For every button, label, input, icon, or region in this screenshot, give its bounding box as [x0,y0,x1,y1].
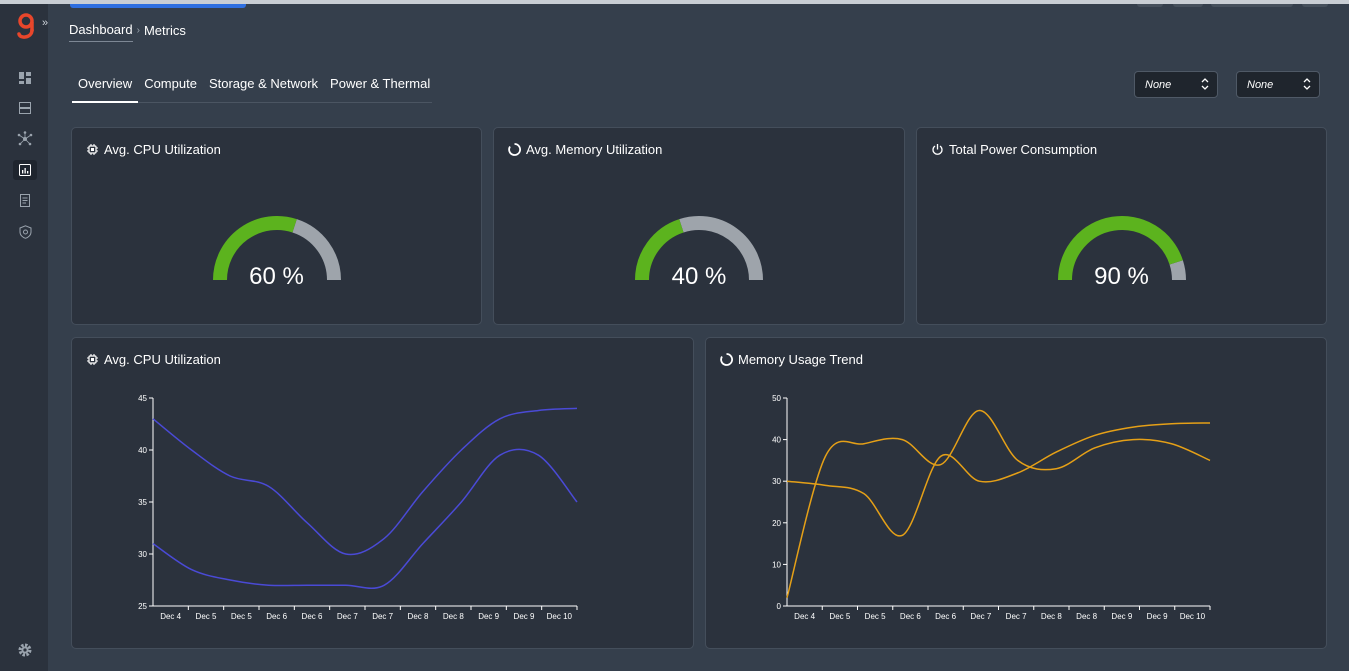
chevron-up-down-icon [1201,78,1209,90]
filter-select-value: None [1145,79,1172,91]
tab-compute[interactable]: Compute [138,75,203,102]
y-tick-label: 40 [138,446,147,455]
gear-icon[interactable] [17,642,33,658]
x-tick-label: Dec 7 [1006,612,1027,621]
filter-select-1[interactable]: None [1134,71,1218,98]
x-tick-label: Dec 7 [337,612,358,621]
x-tick-label: Dec 4 [160,612,181,621]
x-tick-label: Dec 5 [231,612,252,621]
x-tick-label: Dec 5 [196,612,217,621]
x-tick-label: Dec 8 [443,612,464,621]
y-tick-label: 10 [772,560,781,569]
x-tick-label: Dec 5 [865,612,886,621]
power-gauge-title: Total Power Consumption [949,142,1098,157]
y-tick-label: 30 [772,477,781,486]
tab-storage-network[interactable]: Storage & Network [203,75,324,102]
card-title: Total Power Consumption [931,142,1097,157]
series-line [152,407,578,556]
x-tick-label: Dec 7 [372,612,393,621]
y-tick-label: 40 [772,436,781,445]
x-tick-label: Dec 6 [900,612,921,621]
y-tick-label: 0 [777,602,782,611]
series-line [786,409,1211,598]
card-title: Avg. Memory Utilization [508,142,662,157]
expand-sidebar-icon[interactable]: » [42,17,48,29]
power-gauge-value: 90 % [1094,263,1149,290]
cpu-gauge-value: 60 % [249,263,304,290]
top-control-ghost [1137,4,1163,7]
breadcrumb-dashboard-link[interactable]: Dashboard [69,22,133,42]
x-tick-label: Dec 10 [1180,612,1206,621]
power-icon [932,144,943,155]
cpu-line-chart: 25 30 35 40 45 Dec 4 Dec 5 Dec 5 Dec 6 Dec 6 Dec 7… [138,394,578,621]
filter-select-value: None [1247,79,1274,91]
cpu-gauge-card: Avg. CPU Utilization 60 % [71,127,482,325]
memory-ring-icon [508,143,521,156]
x-tick-label: Dec 5 [829,612,850,621]
tab-power-thermal[interactable]: Power & Thermal [324,75,436,102]
y-tick-label: 45 [138,394,147,403]
metrics-icon[interactable] [13,160,37,180]
x-tick-label: Dec 6 [935,612,956,621]
reports-icon[interactable] [16,192,34,210]
memory-gauge-card: Avg. Memory Utilization 40 % [493,127,905,325]
tab-overview[interactable]: Overview [72,75,139,103]
y-tick-label: 25 [138,602,147,611]
topology-icon[interactable] [16,130,34,148]
tab-bar: Overview Compute Storage & Network Power… [72,75,432,103]
filter-select-2[interactable]: None [1236,71,1320,98]
chevron-up-down-icon [1303,78,1311,90]
servers-icon[interactable] [16,99,34,117]
breadcrumb-current: Metrics [143,22,186,38]
breadcrumb: Dashboard › Metrics [69,22,186,42]
x-tick-label: Dec 9 [1111,612,1132,621]
memory-gauge-value: 40 % [671,263,727,290]
memory-trend-card: Memory Usage Trend 0 10 20 30 40 50 Dec 4 Dec 5… [705,337,1327,649]
x-tick-label: Dec 8 [408,612,429,621]
x-tick-label: Dec 9 [478,612,499,621]
cpu-icon [87,144,98,155]
breadcrumb-separator-icon: › [136,24,140,36]
top-control-ghost [1302,4,1328,7]
x-tick-label: Dec 9 [1147,612,1168,621]
x-tick-label: Dec 8 [1041,612,1062,621]
top-control-ghost [1211,4,1293,7]
power-gauge-card: Total Power Consumption 90 % [916,127,1327,325]
brand-logo-icon[interactable] [14,12,38,42]
y-tick-label: 35 [138,498,147,507]
series-line [152,448,578,589]
x-tick-label: Dec 7 [970,612,991,621]
top-progress-bar [70,4,246,8]
x-tick-label: Dec 9 [514,612,535,621]
cpu-trend-card: Avg. CPU Utilization 25 30 35 40 45 Dec 4 Dec … [71,337,694,649]
dashboard-icon[interactable] [16,69,34,87]
top-control-ghost [1173,4,1203,7]
security-icon[interactable] [16,223,34,241]
x-tick-label: Dec 6 [302,612,323,621]
memory-gauge-title: Avg. Memory Utilization [526,142,663,157]
memory-line-chart: 0 10 20 30 40 50 Dec 4 Dec 5 Dec 5 Dec 6 Dec 6 Dec … [772,394,1211,621]
x-tick-label: Dec 8 [1076,612,1097,621]
y-tick-label: 20 [772,519,781,528]
cpu-gauge-title: Avg. CPU Utilization [104,142,221,157]
y-tick-label: 30 [138,550,147,559]
card-title: Avg. CPU Utilization [86,142,221,157]
sidebar: » [0,4,48,671]
x-tick-label: Dec 6 [266,612,287,621]
x-tick-label: Dec 10 [547,612,573,621]
y-tick-label: 50 [772,394,781,403]
x-tick-label: Dec 4 [794,612,815,621]
